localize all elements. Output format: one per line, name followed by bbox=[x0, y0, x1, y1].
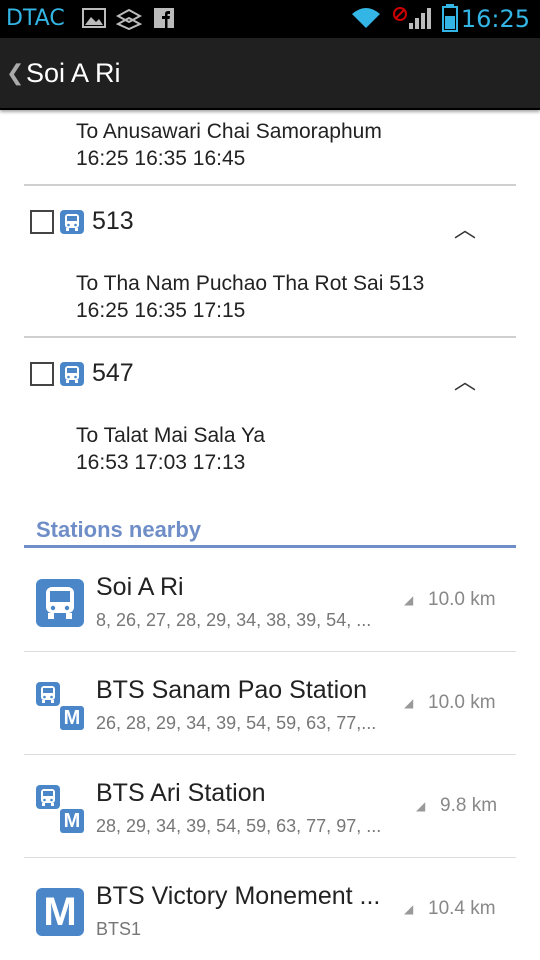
chevron-up-icon[interactable]: ︿ bbox=[454, 364, 476, 396]
carrier-label: DTAC bbox=[6, 6, 65, 31]
route-destination: To Anusawari Chai Samoraphum bbox=[76, 120, 382, 143]
station-distance: 10.0 km bbox=[428, 589, 496, 610]
route-checkbox[interactable] bbox=[30, 210, 54, 234]
station-lines: 26, 28, 29, 34, 39, 54, 59, 63, 77,... bbox=[96, 713, 377, 733]
station-item-bts-sanam-pao[interactable]: M BTS Sanam Pao Station 26, 28, 29, 34, … bbox=[0, 652, 540, 755]
direction-arrow-icon: ◢ bbox=[404, 902, 414, 916]
station-item-bts-victory-monument[interactable]: M BTS Victory Monement ... BTS1 ◢ 10.4 k… bbox=[0, 858, 540, 960]
metro-icon: M bbox=[36, 888, 84, 936]
divider bbox=[24, 336, 516, 338]
route-direction: To Anusawari Chai Samoraphum 16:25 16:35… bbox=[76, 118, 382, 172]
route-header-513[interactable]: 513 ︿ bbox=[30, 207, 500, 242]
station-name: BTS Ari Station bbox=[96, 779, 266, 807]
station-name: Soi A Ri bbox=[96, 573, 184, 601]
divider bbox=[24, 184, 516, 186]
metro-icon: M bbox=[60, 809, 84, 833]
direction-arrow-icon: ◢ bbox=[416, 799, 426, 813]
status-bar: DTAC 16:25 bbox=[0, 0, 540, 38]
direction-arrow-icon: ◢ bbox=[404, 696, 414, 710]
station-distance: 10.0 km bbox=[428, 692, 496, 713]
signal-icon bbox=[409, 8, 431, 29]
facebook-icon bbox=[154, 8, 174, 28]
station-item-soi-a-ri[interactable]: Soi A Ri 8, 26, 27, 28, 29, 34, 38, 39, … bbox=[0, 549, 540, 652]
bus-icon bbox=[60, 210, 84, 234]
bus-icon bbox=[36, 682, 60, 706]
battery-icon bbox=[442, 4, 458, 32]
route-times: 16:25 16:35 17:15 bbox=[76, 299, 246, 322]
action-bar: ❮ Soi A Ri bbox=[0, 38, 540, 110]
direction-arrow-icon: ◢ bbox=[404, 593, 414, 607]
route-direction: To Tha Nam Puchao Tha Rot Sai 513 16:25 … bbox=[76, 270, 424, 324]
route-times: 16:25 16:35 16:45 bbox=[76, 147, 246, 170]
dropbox-icon bbox=[116, 8, 142, 30]
station-distance: 10.4 km bbox=[428, 898, 496, 919]
route-number: 547 bbox=[92, 359, 134, 387]
station-lines: 8, 26, 27, 28, 29, 34, 38, 39, 54, ... bbox=[96, 610, 372, 630]
route-destination: To Tha Nam Puchao Tha Rot Sai 513 bbox=[76, 272, 425, 295]
bus-icon bbox=[36, 785, 60, 809]
image-icon bbox=[82, 8, 106, 28]
chevron-up-icon[interactable]: ︿ bbox=[454, 212, 476, 244]
station-lines: BTS1 bbox=[96, 919, 142, 939]
bus-stop-icon bbox=[36, 579, 84, 627]
wifi-icon bbox=[352, 8, 380, 28]
no-data-icon bbox=[393, 7, 407, 21]
station-item-bts-ari[interactable]: M BTS Ari Station 28, 29, 34, 39, 54, 59… bbox=[0, 755, 540, 858]
station-lines: 28, 29, 34, 39, 54, 59, 63, 77, 97, ... bbox=[96, 816, 382, 836]
station-name: BTS Sanam Pao Station bbox=[96, 676, 367, 704]
route-destination: To Talat Mai Sala Ya bbox=[76, 424, 266, 447]
metro-icon: M bbox=[60, 706, 84, 730]
route-times: 16:53 17:03 17:13 bbox=[76, 451, 246, 474]
section-title: Stations nearby bbox=[36, 517, 202, 542]
route-direction: To Talat Mai Sala Ya 16:53 17:03 17:13 bbox=[76, 422, 265, 476]
route-checkbox[interactable] bbox=[30, 362, 54, 386]
section-divider bbox=[24, 545, 516, 548]
route-header-547[interactable]: 547 ︿ bbox=[30, 359, 500, 394]
station-name: BTS Victory Monement ... bbox=[96, 882, 381, 910]
page-title[interactable]: Soi A Ri bbox=[26, 58, 121, 89]
route-number: 513 bbox=[92, 207, 134, 235]
bus-icon bbox=[60, 362, 84, 386]
station-distance: 9.8 km bbox=[440, 795, 498, 816]
clock: 16:25 bbox=[460, 5, 530, 33]
chevron-left-icon[interactable]: ❮ bbox=[6, 60, 24, 86]
